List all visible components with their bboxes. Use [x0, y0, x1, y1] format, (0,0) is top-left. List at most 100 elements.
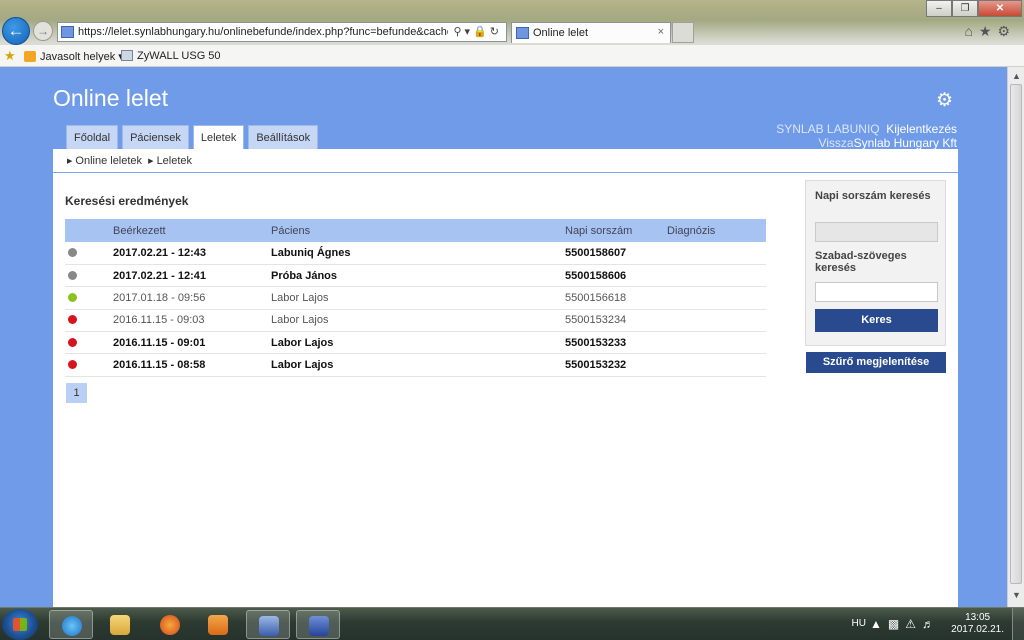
cell-daily-number: 5500156618: [565, 286, 667, 310]
pagination-page-1[interactable]: 1: [66, 383, 87, 403]
table-row[interactable]: 2017.02.21 - 12:43 Labuniq Ágnes 550015860…: [65, 242, 766, 265]
results-heading: Keresési eredmények: [65, 194, 189, 208]
cell-diagnosis: [667, 286, 766, 310]
search-button[interactable]: Keres: [815, 309, 938, 332]
media-player-icon: [208, 615, 228, 635]
column-header-daily-number[interactable]: Napi sorszám: [565, 219, 667, 242]
results-table-body: 2017.02.21 - 12:43 Labuniq Ágnes 550015860…: [65, 242, 766, 377]
tab-paciensek[interactable]: Páciensek: [122, 125, 189, 149]
back-arrow-icon[interactable]: ←: [2, 17, 30, 45]
table-row[interactable]: 2017.02.21 - 12:41 Próba János 5500158606: [65, 264, 766, 288]
status-column-header: [65, 219, 113, 242]
show-filter-button[interactable]: Szűrő megjelenítése: [806, 352, 946, 373]
tab-beallitasok[interactable]: Beállítások: [248, 125, 319, 149]
table-row[interactable]: 2016.11.15 - 08:58 Labor Lajos 5500153232: [65, 353, 766, 377]
breadcrumb: ▶ Online leletek ▶ Leletek: [67, 155, 192, 167]
url-text[interactable]: https://lelet.synlabhungary.hu/onlinebef…: [78, 26, 448, 38]
cell-diagnosis: [667, 264, 766, 288]
new-tab-button[interactable]: [672, 22, 694, 43]
table-row[interactable]: 2016.11.15 - 09:01 Labor Lajos 5500153233: [65, 331, 766, 355]
language-indicator[interactable]: HU: [852, 618, 866, 629]
site-favicon: [61, 26, 74, 38]
user-info: SYNLAB LABUNIQ Kijelentkezés VisszaSynla…: [776, 122, 957, 150]
taskbar-firefox[interactable]: [148, 610, 192, 639]
scroll-up-icon[interactable]: ▲: [1012, 71, 1021, 81]
browser-toolbar-icons[interactable]: ⌂★⚙: [964, 23, 1016, 40]
cell-received: 2016.11.15 - 08:58: [113, 353, 271, 377]
column-header-patient[interactable]: Páciens: [271, 219, 565, 242]
main-nav: Főoldal Páciensek Leletek Beállítások: [66, 125, 319, 149]
table-row[interactable]: 2016.11.15 - 09:03 Labor Lajos 5500153234: [65, 309, 766, 333]
status-dot-icon: [68, 337, 77, 347]
clock-date: 2017.02.21.: [951, 624, 1004, 635]
cell-patient: Próba János: [271, 264, 565, 288]
window-controls: – ❐ ✕: [926, 0, 1022, 17]
breadcrumb-leletek[interactable]: Leletek: [157, 155, 192, 167]
network-app-icon: [259, 616, 279, 636]
restore-icon[interactable]: ❐: [952, 0, 978, 17]
web-page: Online lelet ⚙ Főoldal Páciensek Leletek…: [0, 67, 1007, 607]
status-dot-icon: [68, 360, 77, 370]
scrollbar-thumb[interactable]: [1010, 84, 1022, 584]
table-header-row: Beérkezett Páciens Napi sorszám Diagnózi…: [65, 219, 766, 242]
results-table: Beérkezett Páciens Napi sorszám Diagnózi…: [65, 219, 766, 377]
address-bar[interactable]: https://lelet.synlabhungary.hu/onlinebef…: [57, 22, 507, 42]
freetext-label: Szabad-szöveges keresés: [815, 250, 907, 274]
favorites-item-suggested[interactable]: Javasolt helyek ▾: [24, 50, 124, 63]
status-cell: [65, 309, 113, 333]
daily-number-input[interactable]: [815, 222, 938, 242]
company-name: Synlab Hungary Kft: [853, 136, 957, 150]
minimize-icon[interactable]: –: [926, 0, 952, 17]
taskbar-media[interactable]: [196, 610, 240, 639]
start-button-icon[interactable]: [2, 609, 38, 640]
tab-fooldal[interactable]: Főoldal: [66, 125, 119, 149]
cell-patient: Labor Lajos: [271, 353, 565, 377]
table-row[interactable]: 2017.01.18 - 09:56 Labor Lajos 5500156618: [65, 286, 766, 310]
forward-arrow-icon[interactable]: →: [33, 21, 53, 41]
cell-patient: Labor Lajos: [271, 309, 565, 333]
page-title: Online lelet: [53, 85, 169, 111]
logout-link[interactable]: Kijelentkezés: [886, 122, 957, 136]
user-name: SYNLAB LABUNIQ: [776, 122, 880, 136]
status-dot-icon: [68, 270, 77, 280]
favorites-item-zywall[interactable]: ZyWALL USG 50: [121, 50, 221, 62]
taskbar-explorer[interactable]: [98, 610, 142, 639]
status-cell: [65, 286, 113, 310]
vertical-scrollbar[interactable]: ▲ ▼: [1007, 67, 1024, 607]
column-header-diagnosis[interactable]: Diagnózis: [667, 219, 766, 242]
favorites-star-icon[interactable]: ★: [4, 48, 16, 64]
suggested-sites-icon: [24, 51, 36, 62]
taskbar-save[interactable]: [296, 610, 340, 639]
taskbar: HU ▲▩⚠♬ 13:05 2017.02.21.: [0, 607, 1024, 640]
breadcrumb-online-leletek[interactable]: Online leletek: [75, 155, 142, 167]
scroll-down-icon[interactable]: ▼: [1012, 590, 1021, 600]
taskbar-ie[interactable]: [49, 610, 93, 639]
settings-gear-icon[interactable]: ⚙: [936, 89, 953, 112]
cell-daily-number: 5500158607: [565, 242, 667, 265]
status-cell: [65, 353, 113, 377]
system-clock[interactable]: 13:05 2017.02.21.: [951, 612, 1004, 636]
tab-title: Online lelet: [533, 27, 589, 39]
status-cell: [65, 242, 113, 265]
content-panel: ▶ Online leletek ▶ Leletek Keresési eredmé…: [53, 149, 958, 607]
back-link[interactable]: Vissza: [818, 136, 853, 150]
freetext-input[interactable]: [815, 282, 938, 302]
close-window-icon[interactable]: ✕: [978, 0, 1022, 17]
cell-diagnosis: [667, 309, 766, 333]
show-desktop-button[interactable]: [1012, 608, 1024, 640]
address-tools-icon[interactable]: ⚲▾🔒↻: [454, 25, 503, 38]
tab-close-icon[interactable]: ×: [658, 26, 664, 38]
cell-daily-number: 5500153232: [565, 353, 667, 377]
cell-received: 2016.11.15 - 09:03: [113, 309, 271, 333]
tray-icons[interactable]: ▲▩⚠♬: [870, 617, 940, 631]
column-header-received[interactable]: Beérkezett: [113, 219, 271, 242]
page-icon: [121, 50, 133, 61]
browser-tab[interactable]: Online lelet ×: [511, 22, 671, 43]
taskbar-network[interactable]: [246, 610, 290, 639]
search-box: Napi sorszám keresés Szabad-szöveges ker…: [805, 180, 946, 346]
floppy-disk-icon: [309, 616, 329, 636]
status-dot-icon: [68, 247, 77, 257]
cell-diagnosis: [667, 353, 766, 377]
internet-explorer-icon: [62, 616, 82, 636]
tab-leletek[interactable]: Leletek: [192, 125, 245, 149]
